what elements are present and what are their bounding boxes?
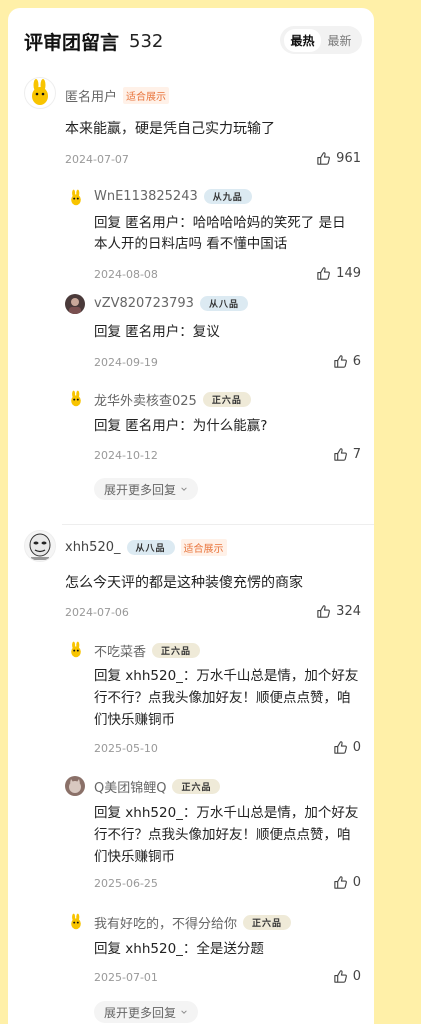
comments-panel: 评审团留言 532 最热 最新 匿名用户 适合展示 本来能赢，硬是凭自己实力玩输… [8, 8, 374, 1024]
comment-date: 2024-07-06 [65, 606, 129, 619]
reply-date: 2025-05-10 [94, 742, 158, 755]
like-button[interactable]: 0 [333, 875, 361, 890]
comment-username[interactable]: xhh520_ 从八品 适合展示 [65, 539, 227, 556]
like-button[interactable]: 0 [333, 969, 361, 984]
thumbs-up-icon [334, 876, 347, 889]
expand-replies-button[interactable]: 展开更多回复 [94, 1001, 199, 1023]
like-count: 0 [352, 969, 361, 984]
rank-badge: 正六品 [172, 779, 221, 794]
username-text[interactable]: 我有好吃的，不得分给你 [94, 913, 237, 932]
like-button[interactable]: 0 [333, 740, 361, 755]
reply-date: 2025-06-25 [94, 877, 158, 890]
like-count: 0 [352, 875, 361, 890]
chevron-down-icon [181, 1010, 187, 1014]
reply-text: 回复 xhh520_：全是送分题 [94, 941, 264, 957]
reply-avatar[interactable] [65, 776, 85, 796]
reply-avatar[interactable] [66, 912, 86, 932]
kangaroo-avatar-icon [71, 913, 81, 930]
like-button[interactable]: 324 [316, 604, 361, 619]
cat-avatar-icon [69, 779, 81, 793]
reply-avatar[interactable] [66, 640, 86, 660]
reply-username[interactable]: 不吃菜香 正六品 [94, 641, 201, 660]
thumbs-up-icon [317, 605, 331, 618]
reply-text: 回复 xhh520_：万水千山总是情，加个好友行不行？点我头像加好友！顺便点点赞… [94, 805, 359, 865]
kangaroo-avatar-icon [71, 641, 81, 658]
reply-text: 回复 xhh520_：万水千山总是情，加个好友行不行？点我头像加好友！顺便点点赞… [94, 668, 359, 728]
fit-badge: 适合展示 [180, 539, 227, 556]
like-count: 0 [352, 740, 361, 755]
username-text[interactable]: xhh520_ [65, 540, 121, 555]
comment-item: xhh520_ 从八品 适合展示 怎么今天评的都是这种装傻充愣的商家 2024-… [8, 8, 374, 1024]
rank-badge: 正六品 [152, 643, 201, 658]
thumbs-up-icon [334, 970, 347, 983]
comment-text: 怎么今天评的都是这种装傻充愣的商家 [65, 575, 303, 591]
thumbs-up-icon [334, 741, 347, 754]
meme-face-avatar-icon [29, 533, 51, 560]
username-text[interactable]: Q美团锦鲤Q [94, 777, 166, 796]
avatar[interactable] [24, 530, 56, 562]
rank-badge: 正六品 [243, 915, 292, 930]
reply-username[interactable]: Q美团锦鲤Q 正六品 [94, 777, 221, 796]
like-count: 324 [336, 604, 361, 619]
expand-label: 展开更多回复 [104, 1005, 177, 1020]
rank-badge: 从八品 [126, 540, 175, 555]
reply-username[interactable]: 我有好吃的，不得分给你 正六品 [94, 913, 292, 932]
reply-date: 2025-07-01 [94, 971, 158, 984]
username-text[interactable]: 不吃菜香 [94, 641, 146, 660]
